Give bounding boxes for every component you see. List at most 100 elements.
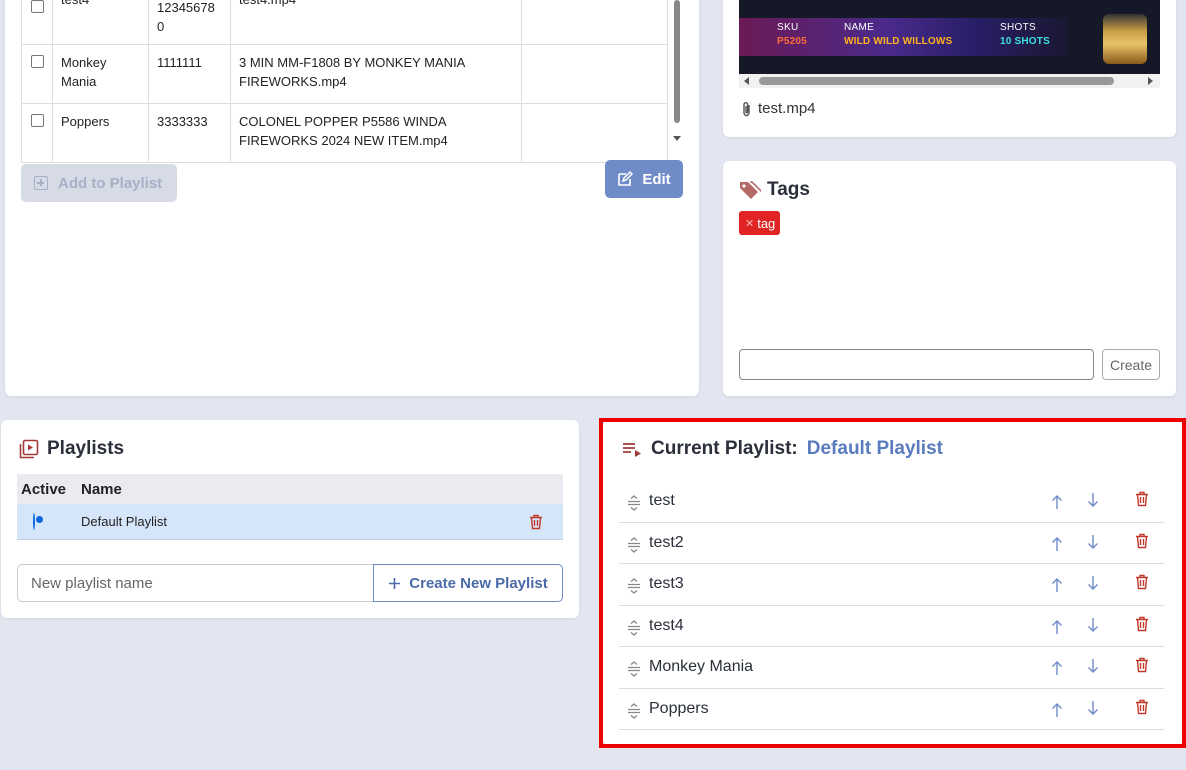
list-item-label: test <box>649 492 675 509</box>
name-value: WILD WILD WILLOWS <box>844 36 953 47</box>
paperclip-icon <box>743 101 750 116</box>
move-down-icon[interactable] <box>1087 534 1099 550</box>
col-active: Active <box>21 480 67 498</box>
table-row[interactable]: test4 12345678 0 test4.mp4 <box>21 0 668 45</box>
trash-icon[interactable] <box>529 514 543 530</box>
edit-button[interactable]: Edit <box>605 160 683 198</box>
add-to-playlist-button[interactable]: Add to Playlist <box>21 164 177 202</box>
trash-icon[interactable] <box>1135 491 1149 507</box>
video-banner: SKU P5205 NAME WILD WILD WILLOWS SHOTS 1… <box>739 18 1069 56</box>
move-up-icon[interactable] <box>1051 494 1063 510</box>
drag-handle-icon[interactable] <box>627 578 641 594</box>
tags-card: Tags ✕ tag Create <box>723 161 1176 396</box>
sku-label: SKU <box>777 22 799 33</box>
drag-handle-icon[interactable] <box>627 495 641 511</box>
create-new-playlist-button[interactable]: Create New Playlist <box>373 564 563 602</box>
drag-handle-icon[interactable] <box>627 619 641 636</box>
video-preview-card: SKU P5205 NAME WILD WILD WILLOWS SHOTS 1… <box>723 0 1176 137</box>
video-sku: 12345678 0 <box>148 0 231 45</box>
playlists-table: Active Name Default Playlist <box>17 474 563 540</box>
move-up-icon[interactable] <box>1051 702 1063 718</box>
move-up-icon[interactable] <box>1051 577 1063 593</box>
video-file: 3 MIN MM-F1808 BY MONKEY MANIA FIREWORKS… <box>230 44 522 104</box>
video-sku: 1111111 <box>148 44 231 104</box>
playlists-card: Playlists Active Name Default Playlist N… <box>1 420 579 618</box>
trash-icon[interactable] <box>1135 616 1149 632</box>
move-up-icon[interactable] <box>1051 536 1063 552</box>
sku-value: P5205 <box>777 36 807 47</box>
row-checkbox[interactable] <box>30 55 44 68</box>
move-up-icon[interactable] <box>1051 619 1063 635</box>
add-to-playlist-label: Add to Playlist <box>58 174 163 192</box>
scrollbar-thumb[interactable] <box>759 77 1114 85</box>
move-down-icon[interactable] <box>1087 575 1099 591</box>
table-scrollbar[interactable] <box>670 0 684 145</box>
playlist-row[interactable]: Default Playlist <box>17 504 563 540</box>
plus-icon <box>389 577 401 589</box>
list-item[interactable]: Monkey Mania <box>619 647 1164 689</box>
list-item-label: test4 <box>649 616 684 634</box>
current-playlist-prefix: Current Playlist: <box>651 438 798 459</box>
video-scrollbar[interactable] <box>739 74 1160 88</box>
playlists-table-header: Active Name <box>17 474 563 504</box>
list-item-label: test3 <box>649 575 684 592</box>
drag-handle-icon[interactable] <box>627 536 641 553</box>
current-playlist-name: Default Playlist <box>806 438 943 459</box>
video-table-card: test4 12345678 0 test4.mp4 Monkey Mania … <box>5 0 699 396</box>
list-item[interactable]: test3 <box>619 564 1164 606</box>
move-down-icon[interactable] <box>1087 658 1099 674</box>
trash-icon[interactable] <box>1135 533 1149 549</box>
drag-handle-icon[interactable] <box>627 661 641 677</box>
table-row[interactable]: Monkey Mania 1111111 3 MIN MM-F1808 BY M… <box>21 44 668 104</box>
list-item[interactable]: Poppers <box>619 689 1164 730</box>
list-item-label: test2 <box>649 533 684 551</box>
video-name: Monkey Mania <box>52 44 149 104</box>
drag-handle-icon[interactable] <box>627 702 641 719</box>
video-playlist-icon <box>19 439 39 459</box>
create-tag-button[interactable]: Create <box>1102 349 1160 380</box>
scrollbar-thumb[interactable] <box>674 0 680 123</box>
edit-label: Edit <box>642 170 671 188</box>
playlists-title: Playlists <box>47 438 125 459</box>
tags-title: Tags <box>767 179 810 200</box>
move-down-icon[interactable] <box>1087 700 1099 716</box>
name-label: NAME <box>844 22 875 33</box>
plus-square-icon <box>34 176 48 190</box>
tags-heading: Tags <box>739 179 810 201</box>
edit-icon <box>618 171 634 186</box>
list-item[interactable]: test2 <box>619 523 1164 564</box>
list-item[interactable]: test <box>619 481 1164 523</box>
remove-tag-icon[interactable]: ✕ <box>745 217 754 230</box>
attachment-filename: test.mp4 <box>742 100 816 117</box>
trash-icon[interactable] <box>1135 574 1149 590</box>
move-down-icon[interactable] <box>1087 617 1099 633</box>
new-playlist-input[interactable]: New playlist name <box>17 564 374 602</box>
tag-chip[interactable]: ✕ tag <box>739 211 781 235</box>
filename-text: test.mp4 <box>758 100 816 117</box>
video-player[interactable]: SKU P5205 NAME WILD WILD WILLOWS SHOTS 1… <box>739 0 1160 74</box>
move-down-icon[interactable] <box>1087 492 1099 508</box>
current-playlist-list: test test2 test3 test4 Monkey Mania Popp… <box>619 481 1164 730</box>
video-sku: 3333333 <box>148 103 231 163</box>
trash-icon[interactable] <box>1135 699 1149 715</box>
playlist-name: Default Playlist <box>81 514 167 529</box>
table-row[interactable]: Poppers 3333333 COLONEL POPPER P5586 WIN… <box>21 103 668 163</box>
scroll-left-arrow[interactable] <box>744 77 749 85</box>
list-item[interactable]: test4 <box>619 606 1164 647</box>
row-checkbox[interactable] <box>30 0 44 13</box>
list-item-label: Monkey Mania <box>649 658 754 675</box>
col-name: Name <box>81 480 122 498</box>
trash-icon[interactable] <box>1135 657 1149 673</box>
move-up-icon[interactable] <box>1051 660 1063 676</box>
scroll-right-arrow[interactable] <box>1148 77 1153 85</box>
playlists-heading: Playlists <box>19 438 124 460</box>
new-tag-input[interactable] <box>739 349 1094 380</box>
tag-label: tag <box>757 215 776 231</box>
current-playlist-heading: Current Playlist: Default Playlist <box>622 438 943 460</box>
video-table: test4 12345678 0 test4.mp4 Monkey Mania … <box>21 0 668 163</box>
playlist-queue-icon <box>623 443 641 457</box>
create-new-playlist-label: Create New Playlist <box>409 574 548 592</box>
scroll-down-arrow[interactable] <box>673 136 681 141</box>
row-checkbox[interactable] <box>30 114 44 127</box>
active-radio[interactable] <box>33 513 35 530</box>
